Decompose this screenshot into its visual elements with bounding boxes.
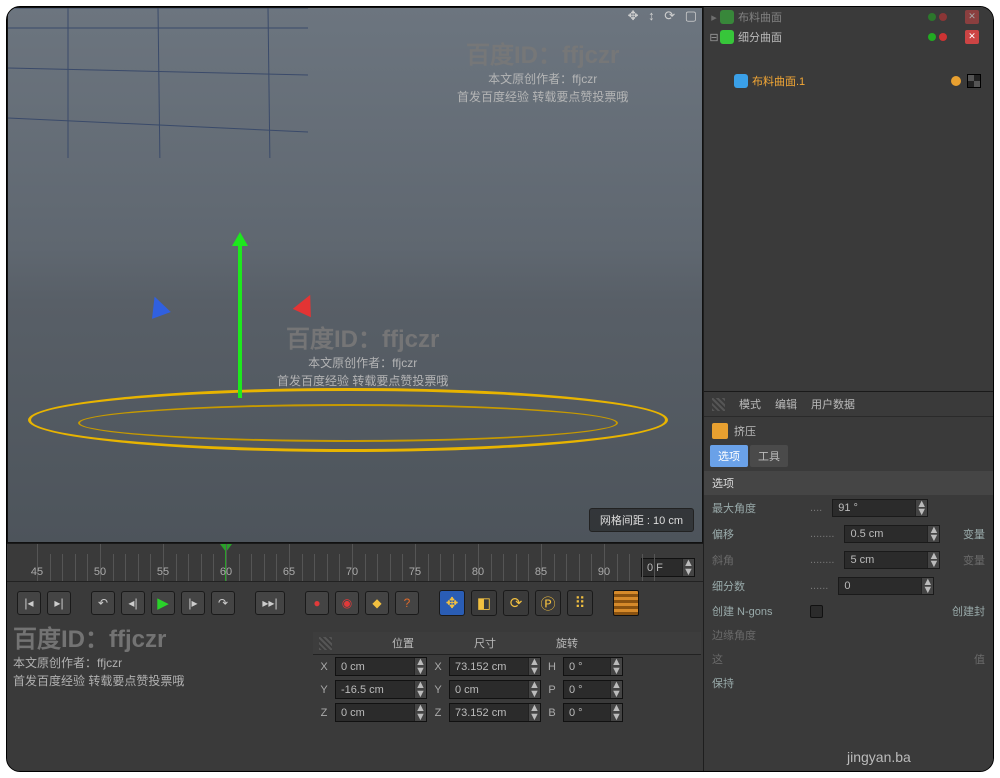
expand-icon[interactable]: ▸ (708, 11, 720, 24)
viewport-3d[interactable]: ✥ ↕ ⟳ ▢ 网格间距 : 10 cm (7, 7, 703, 543)
header-size: 尺寸 (474, 635, 496, 651)
gizmo-rotation-rings[interactable] (8, 8, 308, 158)
tick-label: 45 (31, 566, 43, 578)
param-edge-angle: 边缘角度 (704, 623, 993, 647)
current-frame-field[interactable]: 0 F▲▼ (641, 558, 695, 577)
goto-end-button[interactable]: ▸| (47, 591, 71, 615)
next-key-button[interactable]: ↷ (211, 591, 235, 615)
generator-icon (720, 30, 734, 44)
object-row-1[interactable]: ⊟ 细分曲面 ✕ (704, 27, 993, 47)
goto-start-button[interactable]: |◂ (17, 591, 41, 615)
axis-x-arrow[interactable] (293, 291, 320, 318)
step-fwd-button[interactable]: |▸ (181, 591, 205, 615)
max-angle-input[interactable]: 91 °▲▼ (832, 499, 928, 517)
object-row-2[interactable]: 布料曲面.1 (704, 71, 993, 91)
cloth-surface-icon (734, 74, 748, 88)
param-offset: 偏移........ 0.5 cm▲▼ 变量 (704, 521, 993, 547)
coord-row: Y-16.5 cm▲▼Y0 cm▲▼P0 °▲▼ (313, 678, 701, 701)
prev-key-button[interactable]: ↶ (91, 591, 115, 615)
tag-dot-icon[interactable] (951, 76, 961, 86)
param-max-angle: 最大角度.... 91 °▲▼ (704, 495, 993, 521)
offset-input[interactable]: 0.5 cm▲▼ (844, 525, 940, 543)
delete-icon[interactable]: ✕ (965, 10, 979, 24)
tick-label: 90 (598, 566, 610, 578)
rot-H-input[interactable]: 0 °▲▼ (563, 657, 623, 676)
grip-icon (319, 637, 332, 650)
scale-tool[interactable]: ◧ (471, 590, 497, 616)
axis-z-arrow[interactable] (145, 293, 171, 319)
tick-label: 75 (409, 566, 421, 578)
tick-label: 55 (157, 566, 169, 578)
ngons-checkbox[interactable] (810, 605, 823, 618)
grid-tool[interactable]: ⠿ (567, 590, 593, 616)
param-misc2: 保持 (704, 671, 993, 695)
tick-label: 60 (220, 566, 232, 578)
object-manager[interactable]: ▸ 布料曲面 ✕ ⊟ 细分曲面 ✕ 布料曲面.1 (704, 7, 993, 391)
tick-label: 80 (472, 566, 484, 578)
rot-B-input[interactable]: 0 °▲▼ (563, 703, 623, 722)
grip-icon (712, 398, 725, 411)
tick-label: 70 (346, 566, 358, 578)
param-tool[interactable]: Ⓟ (535, 590, 561, 616)
pos-Z-input[interactable]: 0 cm▲▼ (335, 703, 427, 722)
keyframe-button[interactable]: ◆ (365, 591, 389, 615)
attribute-manager[interactable]: 模式 编辑 用户数据 挤压 选项 工具 选项 最大角度.... 91 °▲▼ 偏… (704, 391, 993, 771)
header-position: 位置 (392, 635, 414, 651)
transport-bar: |◂ ▸| ↶ ◂| ▶ |▸ ↷ ▸▸| ● ◉ ◆ ? ✥ ◧ ⟳ Ⓟ ⠿ (7, 582, 703, 624)
delete-icon[interactable]: ✕ (965, 30, 979, 44)
tick-label: 50 (94, 566, 106, 578)
timeline-ruler[interactable]: 0 F▲▼ 45 50 55 60 65 70 75 80 85 90 (7, 544, 703, 582)
menu-userdata[interactable]: 用户数据 (811, 396, 855, 412)
tab-tool[interactable]: 工具 (750, 445, 788, 467)
tick-label: 65 (283, 566, 295, 578)
play-button[interactable]: ▶ (151, 591, 175, 615)
subdiv-input[interactable]: 0▲▼ (838, 577, 934, 595)
object-label[interactable]: 布料曲面.1 (752, 73, 805, 89)
expand-icon[interactable]: ⊟ (708, 31, 720, 44)
generator-icon (720, 10, 734, 24)
pos-Y-input[interactable]: -16.5 cm▲▼ (335, 680, 427, 699)
size-X-input[interactable]: 73.152 cm▲▼ (449, 657, 541, 676)
coord-row: X0 cm▲▼X73.152 cm▲▼H0 °▲▼ (313, 655, 701, 678)
object-label[interactable]: 布料曲面 (738, 9, 782, 25)
param-bevel: 斜角........ 5 cm▲▼ 变量 (704, 547, 993, 573)
fast-fwd-button[interactable]: ▸▸| (255, 591, 285, 615)
rot-P-input[interactable]: 0 °▲▼ (563, 680, 623, 699)
tab-options[interactable]: 选项 (710, 445, 748, 467)
move-tool[interactable]: ✥ (439, 590, 465, 616)
extrude-tool-icon (712, 423, 728, 439)
grid-spacing-hud: 网格间距 : 10 cm (589, 508, 694, 532)
header-rotation: 旋转 (556, 635, 578, 651)
tool-name: 挤压 (734, 423, 756, 439)
menu-mode[interactable]: 模式 (739, 396, 761, 412)
record-button[interactable]: ● (305, 591, 329, 615)
watermark-url: jingyan.ba (847, 749, 911, 765)
autokey-button[interactable]: ◉ (335, 591, 359, 615)
coordinates-manager[interactable]: 位置 尺寸 旋转 X0 cm▲▼X73.152 cm▲▼H0 °▲▼Y-16.5… (313, 632, 701, 752)
pos-X-input[interactable]: 0 cm▲▼ (335, 657, 427, 676)
rotate-tool[interactable]: ⟳ (503, 590, 529, 616)
tick-label: 85 (535, 566, 547, 578)
object-row-0[interactable]: ▸ 布料曲面 ✕ (704, 7, 993, 27)
menu-edit[interactable]: 编辑 (775, 396, 797, 412)
param-subdiv: 细分数...... 0▲▼ (704, 573, 993, 599)
size-Z-input[interactable]: 73.152 cm▲▼ (449, 703, 541, 722)
param-misc1: 这 值 (704, 647, 993, 671)
viewport-nav-icons[interactable]: ✥ ↕ ⟳ ▢ (628, 8, 700, 24)
help-button[interactable]: ? (395, 591, 419, 615)
render-preview-icon[interactable] (613, 590, 639, 616)
section-options: 选项 (704, 471, 993, 495)
size-Y-input[interactable]: 0 cm▲▼ (449, 680, 541, 699)
bevel-input: 5 cm▲▼ (844, 551, 940, 569)
selected-disc-inner (78, 404, 618, 442)
axis-y-arrow[interactable] (238, 238, 242, 398)
object-label[interactable]: 细分曲面 (738, 29, 782, 45)
checker-tag-icon[interactable] (967, 74, 981, 88)
step-back-button[interactable]: ◂| (121, 591, 145, 615)
param-ngons: 创建 N-gons 创建封 (704, 599, 993, 623)
coord-row: Z0 cm▲▼Z73.152 cm▲▼B0 °▲▼ (313, 701, 701, 724)
